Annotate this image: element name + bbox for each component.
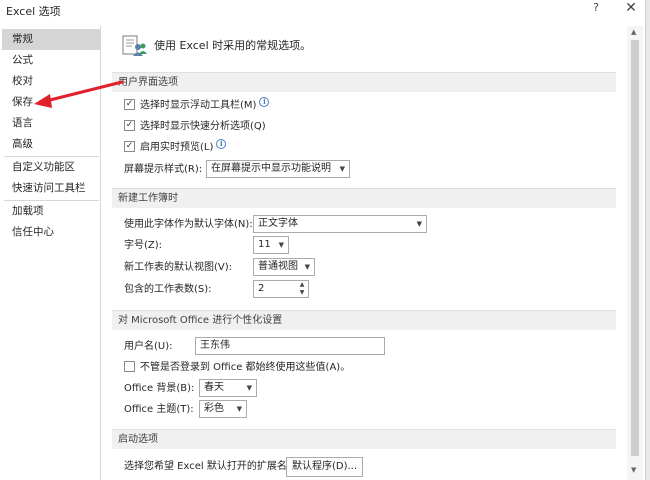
options-sidebar: 常规 公式 校对 保存 语言 高级 自定义功能区 快速访问工具栏 加载项 信任中… [0, 26, 101, 480]
office-background-dropdown[interactable]: 春天 ▼ [199, 379, 257, 397]
close-button[interactable]: ✕ [621, 0, 641, 18]
page-description: 使用 Excel 时采用的常规选项。 [154, 39, 312, 52]
quick-analysis-option[interactable]: ✓ 选择时显示快速分析选项(Q) [124, 118, 266, 136]
sheet-count-label: 包含的工作表数(S): [124, 284, 212, 295]
sidebar-item-language[interactable]: 语言 [2, 113, 100, 134]
font-size-value: 11 [258, 239, 271, 250]
default-view-value: 普通视图 [258, 261, 298, 272]
info-icon[interactable]: i [259, 97, 270, 107]
mini-toolbar-option[interactable]: ✓ 选择时显示浮动工具栏(M) i [124, 97, 270, 115]
chevron-down-icon: ▼ [278, 241, 284, 249]
sidebar-item-quick-access-toolbar[interactable]: 快速访问工具栏 [2, 178, 100, 199]
help-button[interactable]: ? [588, 1, 604, 17]
section-personalize: 对 Microsoft Office 进行个性化设置 [112, 310, 616, 330]
default-font-dropdown[interactable]: 正文字体 ▼ [253, 215, 427, 233]
general-options-icon [122, 35, 147, 56]
sheet-count-stepper[interactable]: 2 ▲ ▼ [253, 280, 309, 298]
office-theme-dropdown[interactable]: 彩色 ▼ [199, 400, 247, 418]
vertical-scrollbar[interactable]: ▲ ▼ [627, 26, 643, 480]
default-programs-button[interactable]: 默认程序(D)... [286, 457, 364, 477]
sidebar-item-advanced[interactable]: 高级 [2, 134, 100, 155]
spin-down-icon[interactable]: ▼ [298, 289, 306, 297]
info-icon[interactable]: i [216, 139, 227, 149]
always-use-checkbox[interactable] [124, 360, 135, 372]
sidebar-item-general[interactable]: 常规 [2, 29, 100, 50]
live-preview-label: 启用实时预览(L) [140, 142, 214, 153]
sidebar-item-formulas[interactable]: 公式 [2, 50, 100, 71]
default-view-label: 新工作表的默认视图(V): [124, 262, 233, 273]
scroll-up-icon[interactable]: ▲ [631, 28, 636, 36]
sidebar-item-trust-center[interactable]: 信任中心 [2, 222, 100, 243]
section-ui-options: 用户界面选项 [112, 72, 616, 92]
mini-toolbar-checkbox[interactable]: ✓ [124, 98, 135, 110]
default-view-dropdown[interactable]: 普通视图 ▼ [253, 258, 315, 276]
chevron-down-icon: ▼ [416, 220, 422, 228]
section-new-workbook: 新建工作簿时 [112, 188, 616, 208]
chevron-down-icon: ▼ [246, 384, 252, 392]
live-preview-option[interactable]: ✓ 启用实时预览(L) i [124, 139, 227, 157]
office-background-value: 春天 [204, 382, 224, 393]
sidebar-item-add-ins[interactable]: 加载项 [2, 201, 100, 222]
quick-analysis-checkbox[interactable]: ✓ [124, 119, 135, 131]
section-startup-options: 启动选项 [112, 429, 616, 449]
sidebar-item-customize-ribbon[interactable]: 自定义功能区 [2, 157, 100, 178]
spin-up-icon[interactable]: ▲ [298, 281, 306, 289]
options-content: 使用 Excel 时采用的常规选项。 用户界面选项 ✓ 选择时显示浮动工具栏(M)… [102, 26, 626, 480]
chevron-down-icon: ▼ [236, 405, 242, 413]
username-label: 用户名(U): [124, 341, 173, 352]
screentip-style-value: 在屏幕提示中显示功能说明 [211, 163, 331, 174]
chevron-down-icon: ▼ [304, 263, 310, 271]
sheet-count-value: 2 [258, 283, 265, 294]
sidebar-item-save[interactable]: 保存 [2, 92, 100, 113]
window-title: Excel 选项 [6, 5, 61, 18]
scrollbar-thumb[interactable] [631, 40, 639, 456]
font-size-dropdown[interactable]: 11 ▼ [253, 236, 289, 254]
office-theme-label: Office 主题(T): [124, 404, 194, 415]
office-theme-value: 彩色 [204, 403, 224, 414]
scroll-down-icon[interactable]: ▼ [631, 466, 636, 474]
always-use-label: 不管是否登录到 Office 都始终使用这些值(A)。 [140, 362, 351, 373]
default-font-label: 使用此字体作为默认字体(N): [124, 219, 253, 230]
window-edge [645, 0, 650, 480]
font-size-label: 字号(Z): [124, 240, 163, 251]
screentip-style-dropdown[interactable]: 在屏幕提示中显示功能说明 ▼ [206, 160, 350, 178]
username-input[interactable]: 王东伟 [195, 337, 385, 355]
always-use-option[interactable]: 不管是否登录到 Office 都始终使用这些值(A)。 [124, 359, 350, 377]
live-preview-checkbox[interactable]: ✓ [124, 140, 135, 152]
screentip-style-label: 屏幕提示样式(R): [124, 164, 203, 175]
office-background-label: Office 背景(B): [124, 383, 195, 394]
chevron-down-icon: ▼ [339, 165, 345, 173]
quick-analysis-label: 选择时显示快速分析选项(Q) [140, 121, 266, 132]
sidebar-item-proofing[interactable]: 校对 [2, 71, 100, 92]
default-font-value: 正文字体 [258, 218, 298, 229]
default-extensions-label: 选择您希望 Excel 默认打开的扩展名: [124, 461, 291, 472]
mini-toolbar-label: 选择时显示浮动工具栏(M) [140, 100, 257, 111]
title-bar: Excel 选项 ? ✕ [0, 0, 650, 20]
